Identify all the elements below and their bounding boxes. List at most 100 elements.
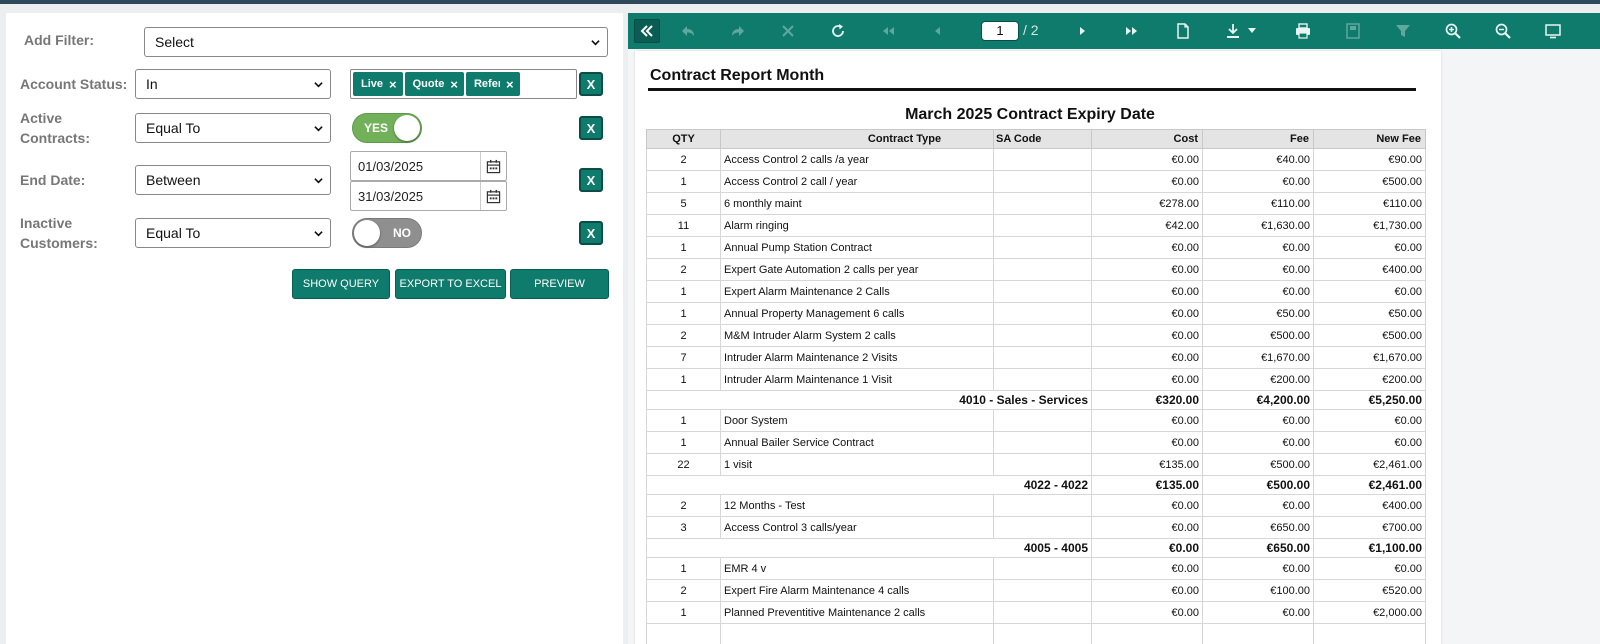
- undo-icon[interactable]: [679, 22, 697, 40]
- end-date-operator-select[interactable]: Between: [135, 165, 331, 195]
- cell-cost: €0.00: [1091, 346, 1203, 369]
- page-number-input[interactable]: 1: [981, 21, 1019, 41]
- preview-button[interactable]: PREVIEW: [510, 269, 609, 299]
- cell-fee: €650.00: [1202, 516, 1314, 539]
- cell-new-fee: €50.00: [1313, 302, 1426, 325]
- chevron-down-icon: [591, 40, 600, 46]
- inactive-customers-toggle[interactable]: NO: [352, 218, 422, 248]
- close-icon[interactable]: ×: [450, 77, 458, 92]
- subtotal-label: 4005 - 4005: [646, 538, 1092, 558]
- close-icon[interactable]: ×: [389, 77, 397, 92]
- cell-new-fee: €0.00: [1313, 557, 1426, 580]
- report-page: Contract Report Month March 2025 Contrac…: [635, 51, 1441, 644]
- tag-live[interactable]: Live ×: [353, 72, 403, 96]
- filter-icon[interactable]: [1394, 22, 1412, 40]
- table-row: 22 1 visit €135.00 €500.00 €2,461.00: [646, 453, 1426, 476]
- cell-contract-type: Annual Pump Station Contract: [720, 236, 994, 259]
- subtotal-row: 4005 - 4005 €0.00 €650.00 €1,100.00: [646, 538, 1426, 558]
- collapse-panel-button[interactable]: [634, 19, 660, 43]
- inactive-customers-operator-value: Equal To: [146, 225, 201, 241]
- end-date-from-input[interactable]: 01/03/2025: [350, 151, 507, 181]
- page-setup-icon[interactable]: [1174, 22, 1192, 40]
- cell-contract-type: Planned Preventitive Maintenance 2 calls: [720, 601, 994, 624]
- cell-fee: €4,200.00: [1202, 390, 1314, 410]
- active-contracts-operator-select[interactable]: Equal To: [135, 113, 331, 143]
- previous-page-icon[interactable]: [929, 22, 947, 40]
- account-status-tag-input[interactable]: Live × Quote × Referral ×: [350, 69, 577, 99]
- cell-new-fee: €0.00: [1313, 236, 1426, 259]
- refresh-icon[interactable]: [829, 22, 847, 40]
- add-filter-select[interactable]: Select: [144, 27, 608, 57]
- table-row: 1 Annual Property Management 6 calls €0.00…: [646, 302, 1426, 325]
- cell-cost: €0.00: [1091, 170, 1203, 193]
- cell-qty: 1: [646, 431, 721, 454]
- cell-cost: €42.00: [1091, 214, 1203, 237]
- zoom-in-icon[interactable]: [1444, 22, 1462, 40]
- cell-new-fee: €110.00: [1313, 192, 1426, 215]
- cell-sa-code: [993, 431, 1092, 454]
- calendar-icon[interactable]: [480, 182, 506, 210]
- calendar-icon[interactable]: [480, 152, 506, 180]
- double-chevron-left-icon: [640, 25, 653, 37]
- remove-end-date-button[interactable]: X: [579, 168, 603, 192]
- download-icon[interactable]: [1224, 22, 1242, 40]
- table-row: 56 monthly maint €278.00 €110.00 €110.00: [646, 192, 1426, 215]
- remove-active-contracts-button[interactable]: X: [579, 116, 603, 140]
- next-page-icon[interactable]: [1073, 22, 1091, 40]
- tag-referral[interactable]: Referral ×: [465, 72, 520, 96]
- cell-fee: €0.00: [1202, 601, 1314, 624]
- column-header-cost: Cost: [1091, 129, 1203, 149]
- cell-fee: €650.00: [1202, 538, 1314, 558]
- cell-sa-code: [993, 346, 1092, 369]
- remove-inactive-customers-button[interactable]: X: [579, 221, 603, 245]
- cell-sa-code: [993, 258, 1092, 281]
- cell-cost: €0.00: [1091, 601, 1203, 624]
- save-icon[interactable]: [1344, 22, 1362, 40]
- cell-new-fee: €1,100.00: [1313, 538, 1426, 558]
- cell-fee: €0.00: [1202, 236, 1314, 259]
- zoom-out-icon[interactable]: [1494, 22, 1512, 40]
- cell-new-fee: €700.00: [1313, 516, 1426, 539]
- caret-down-icon[interactable]: [1248, 28, 1256, 34]
- redo-icon[interactable]: [729, 22, 747, 40]
- cell-qty: 22: [646, 453, 721, 476]
- cell-new-fee: €1,730.00: [1313, 214, 1426, 237]
- first-page-icon[interactable]: [879, 22, 897, 40]
- inactive-customers-operator-select[interactable]: Equal To: [135, 218, 331, 248]
- remove-account-status-button[interactable]: X: [579, 72, 603, 96]
- account-status-operator-select[interactable]: In: [135, 69, 331, 99]
- report-table: QTY Contract Type SA Code Cost Fee New F…: [646, 129, 1426, 644]
- tag-quote[interactable]: Quote ×: [404, 72, 464, 96]
- stop-icon[interactable]: [779, 22, 797, 40]
- show-query-button[interactable]: SHOW QUERY: [292, 269, 390, 299]
- cell-sa-code: [993, 280, 1092, 303]
- table-row: 2 Expert Fire Alarm Maintenance 4 calls €0…: [646, 579, 1426, 602]
- table-row: 2 M&M Intruder Alarm System 2 calls €0.00 €…: [646, 324, 1426, 347]
- active-contracts-toggle[interactable]: YES: [352, 113, 422, 143]
- end-date-to-input[interactable]: 31/03/2025: [350, 181, 507, 211]
- end-date-from-value: 01/03/2025: [358, 158, 424, 174]
- close-icon[interactable]: ×: [506, 77, 514, 92]
- chevron-down-icon: [314, 126, 323, 132]
- cell-contract-type: 1 visit: [720, 453, 994, 476]
- toggle-knob: [354, 220, 380, 246]
- cell-contract-type: Intruder Alarm Maintenance 1 Visit: [720, 368, 994, 391]
- tag-label: Referral: [473, 78, 500, 90]
- cell-cost: €0.00: [1091, 557, 1203, 580]
- cell-qty: 1: [646, 236, 721, 259]
- subtotal-label: 4022 - 4022: [646, 475, 1092, 495]
- table-row: 11 Alarm ringing €42.00 €1,630.00 €1,730.00: [646, 214, 1426, 237]
- end-date-label: End Date:: [20, 172, 86, 188]
- cell-new-fee: €500.00: [1313, 170, 1426, 193]
- add-filter-value: Select: [155, 34, 194, 50]
- cell-contract-type: 12 Months - Test: [720, 494, 994, 517]
- cell-new-fee: €0.00: [1313, 409, 1426, 432]
- cell-qty: 11: [646, 214, 721, 237]
- table-row: [646, 623, 1426, 644]
- cell-contract-type: Intruder Alarm Maintenance 2 Visits: [720, 346, 994, 369]
- print-icon[interactable]: [1294, 22, 1312, 40]
- export-to-excel-button[interactable]: EXPORT TO EXCEL: [395, 269, 506, 299]
- fullscreen-icon[interactable]: [1544, 22, 1562, 40]
- last-page-icon[interactable]: [1123, 22, 1141, 40]
- title-divider: [648, 88, 1416, 91]
